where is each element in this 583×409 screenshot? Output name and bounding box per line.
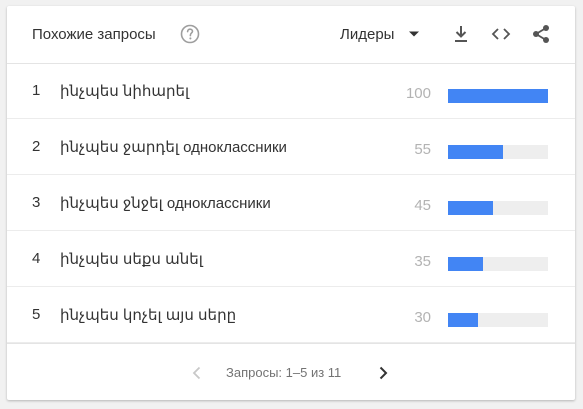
value-bar <box>448 201 493 215</box>
list-item[interactable]: 4 ինչպես սեքս անել 35 <box>7 231 575 287</box>
value-bar-track <box>448 313 548 327</box>
query-text[interactable]: ինչպես կոչել այս սերը <box>60 306 236 324</box>
value-bar <box>448 145 503 159</box>
dropdown-icon <box>409 31 420 37</box>
list-item[interactable]: 3 ինչպես ջնջել одноклассники 45 <box>7 175 575 231</box>
pagination-footer: Запросы: 1–5 из 11 <box>7 343 575 401</box>
query-value: 30 <box>414 309 431 326</box>
list-item[interactable]: 2 ինչպես ջարդել одноклассники 55 <box>7 119 575 175</box>
value-bar <box>448 89 548 103</box>
rank-number: 5 <box>32 306 41 323</box>
value-bar-track <box>448 201 548 215</box>
chevron-right-icon[interactable] <box>373 363 393 383</box>
chevron-left-icon <box>192 366 201 380</box>
query-value: 100 <box>405 85 431 102</box>
related-queries-card: Похожие запросы Лидеры 1 ինչպես նիհարել … <box>7 6 575 400</box>
query-list: 1 ինչպես նիհարել 100 2 ինչպես ջարդել одн… <box>7 63 575 343</box>
card-title: Похожие запросы <box>32 26 156 43</box>
list-item[interactable]: 5 ինչպես կոչել այս սերը 30 <box>7 287 575 343</box>
rank-number: 1 <box>32 82 41 99</box>
sort-label: Лидеры <box>340 25 395 43</box>
query-text[interactable]: ինչպես ջարդել одноклассники <box>60 138 287 156</box>
query-text[interactable]: ինչպես նիհարել <box>60 82 189 100</box>
rank-number: 2 <box>32 138 41 155</box>
query-text[interactable]: ինչպես ջնջել одноклассники <box>60 194 271 212</box>
sort-dropdown[interactable]: Лидеры <box>340 22 420 46</box>
pagination-label: Запросы: 1–5 из 11 <box>226 365 342 380</box>
value-bar-track <box>448 145 548 159</box>
help-icon[interactable] <box>180 24 200 44</box>
value-bar <box>448 257 483 271</box>
value-bar <box>448 313 478 327</box>
rank-number: 4 <box>32 250 41 267</box>
rank-number: 3 <box>32 194 41 211</box>
value-bar-track <box>448 257 548 271</box>
card-header: Похожие запросы Лидеры <box>7 6 575 64</box>
list-item[interactable]: 1 ինչպես նիհարել 100 <box>7 63 575 119</box>
download-icon[interactable] <box>450 23 472 45</box>
query-value: 55 <box>414 141 431 158</box>
share-icon[interactable] <box>530 23 552 45</box>
query-value: 35 <box>414 253 431 270</box>
embed-icon[interactable] <box>490 23 512 45</box>
query-text[interactable]: ինչպես սեքս անել <box>60 250 203 268</box>
value-bar-track <box>448 89 548 103</box>
query-value: 45 <box>414 197 431 214</box>
